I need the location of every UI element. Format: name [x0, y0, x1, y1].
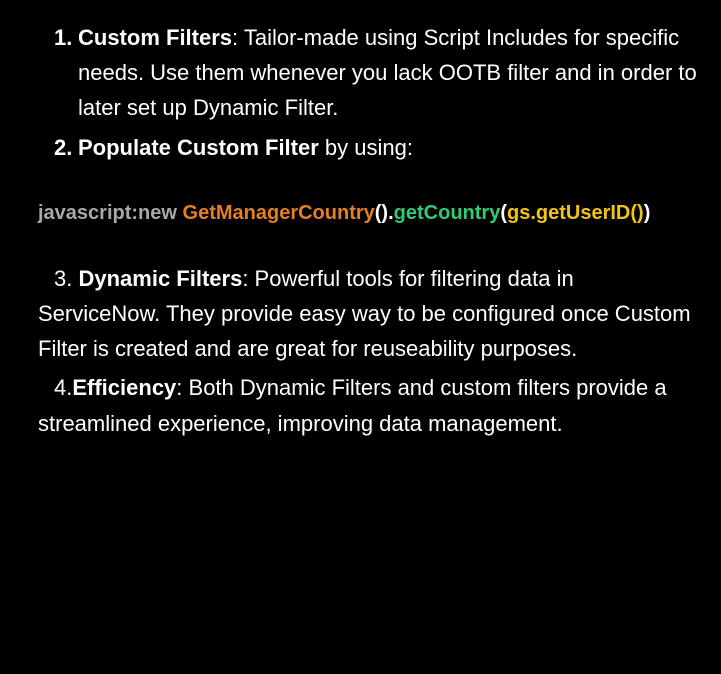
- code-argument: gs.getUserID(): [507, 202, 644, 224]
- list-item-3: 3. Dynamic Filters: Powerful tools for f…: [38, 261, 701, 367]
- list-item-1: 1.Custom Filters: Tailor-made using Scri…: [78, 20, 701, 126]
- list-number-2: 2.: [54, 130, 78, 165]
- list-number-4: 4.: [54, 375, 72, 400]
- list-title-1: Custom Filters: [78, 25, 232, 50]
- list-number-3: 3.: [54, 266, 78, 291]
- list-title-2: Populate Custom Filter: [78, 135, 319, 160]
- ordered-list-continuation: 3. Dynamic Filters: Powerful tools for f…: [20, 261, 701, 441]
- code-class: GetManagerCountry: [183, 202, 375, 224]
- list-item-2: 2.Populate Custom Filter by using:: [78, 130, 701, 165]
- list-number-1: 1.: [54, 20, 78, 55]
- code-keyword: javascript:new: [38, 202, 183, 224]
- code-snippet: javascript:new GetManagerCountry().getCo…: [20, 197, 701, 229]
- list-item-4: 4.Efficiency: Both Dynamic Filters and c…: [38, 370, 701, 440]
- list-text-2: by using:: [319, 135, 413, 160]
- code-parens-1: ().: [375, 202, 394, 224]
- code-paren-open: (: [500, 202, 507, 224]
- list-title-3: Dynamic Filters: [78, 266, 242, 291]
- code-method: getCountry: [394, 202, 501, 224]
- list-title-4: Efficiency: [72, 375, 176, 400]
- code-paren-close: ): [644, 202, 651, 224]
- ordered-list-top: 1.Custom Filters: Tailor-made using Scri…: [20, 20, 701, 165]
